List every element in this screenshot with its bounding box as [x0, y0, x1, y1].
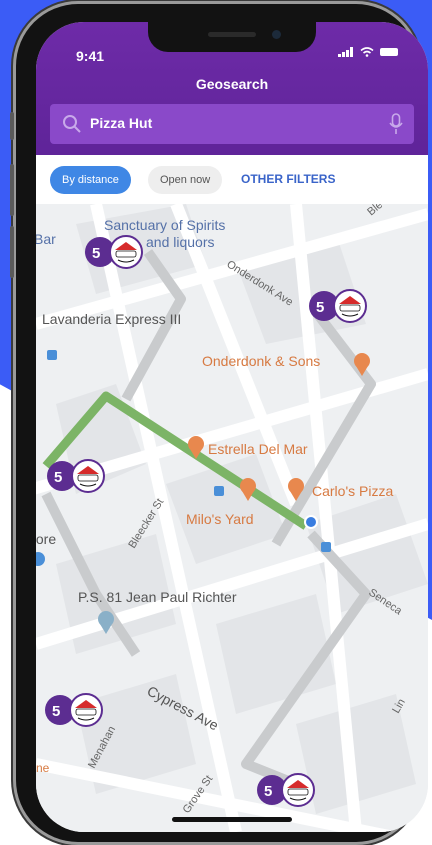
map-label-ne: ne — [36, 761, 50, 775]
svg-text:5: 5 — [264, 783, 272, 800]
pizza-hut-pin[interactable]: 5 — [45, 693, 103, 727]
volume-up-button — [10, 164, 14, 216]
filter-bar: By distance Open now OTHER FILTERS — [36, 155, 428, 205]
front-camera-icon — [272, 30, 281, 39]
map-canvas[interactable]: Sanctuary of Spirits and liquors Bar Lav… — [36, 199, 428, 832]
map-label-carlos: Carlo's Pizza — [312, 483, 393, 499]
current-location-dot — [304, 515, 318, 529]
transit-icon — [214, 486, 224, 496]
transit-icon — [321, 542, 331, 552]
map-label-store: tore — [36, 531, 56, 547]
map-view[interactable]: Sanctuary of Spirits and liquors Bar Lav… — [36, 199, 428, 832]
signal-icon — [338, 47, 353, 57]
map-label-onderdonk-sons: Onderdonk & Sons — [202, 353, 320, 369]
home-indicator[interactable] — [172, 817, 292, 822]
status-time: 9:41 — [76, 48, 105, 64]
volume-down-button — [10, 226, 14, 278]
page-title: Geosearch — [195, 76, 269, 92]
other-filters-link[interactable]: OTHER FILTERS — [241, 172, 335, 186]
svg-text:5: 5 — [54, 469, 62, 486]
map-label-sanctuary-1: Sanctuary of Spirits — [104, 217, 225, 233]
svg-text:5: 5 — [92, 245, 100, 262]
phone-notch — [148, 22, 316, 52]
map-label-sanctuary-2: and liquors — [146, 234, 215, 250]
phone-screen: 9:41 Geosearch Pizza Hut By distance Ope… — [36, 22, 428, 832]
search-icon — [63, 115, 81, 133]
filter-open-now-chip[interactable]: Open now — [148, 166, 223, 194]
mute-switch — [10, 112, 14, 140]
map-label-estrella: Estrella Del Mar — [208, 441, 308, 457]
filter-by-distance-chip[interactable]: By distance — [50, 166, 131, 194]
microphone-icon[interactable] — [388, 113, 404, 135]
battery-icon — [380, 48, 398, 56]
wifi-icon — [360, 47, 374, 57]
svg-text:5: 5 — [316, 299, 324, 316]
pizza-hut-pin[interactable]: 5 — [257, 773, 315, 807]
svg-text:5: 5 — [52, 703, 60, 720]
transit-icon — [47, 350, 57, 360]
status-icons — [338, 47, 398, 57]
speaker-grille — [208, 32, 256, 37]
map-label-bar: Bar — [36, 231, 56, 247]
map-label-milos: Milo's Yard — [186, 511, 254, 527]
pizza-hut-pin[interactable]: 5 — [47, 459, 105, 493]
map-label-lavanderia: Lavanderia Express III — [42, 311, 181, 327]
phone-frame: 9:41 Geosearch Pizza Hut By distance Ope… — [10, 4, 428, 842]
search-input[interactable]: Pizza Hut — [90, 115, 152, 131]
map-label-ps81: P.S. 81 Jean Paul Richter — [78, 589, 237, 605]
search-bar[interactable]: Pizza Hut — [50, 104, 414, 144]
pizza-hut-pin[interactable]: 5 — [85, 235, 143, 269]
pizza-hut-pin[interactable]: 5 — [309, 289, 367, 323]
